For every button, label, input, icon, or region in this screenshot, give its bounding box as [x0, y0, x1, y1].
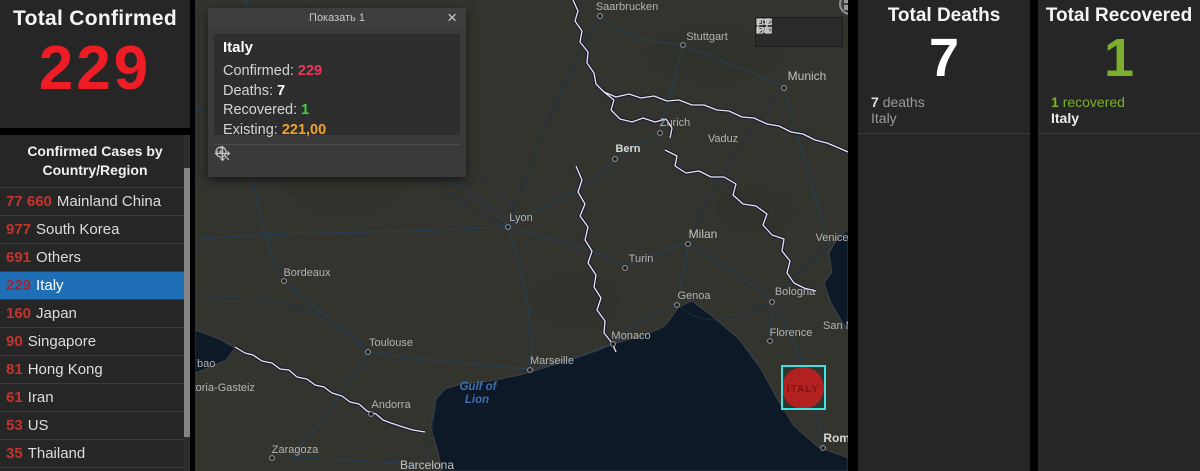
city-label: Barcelona — [400, 458, 454, 471]
city-dot — [269, 455, 275, 461]
total-recovered-value: 1 — [1103, 28, 1135, 88]
city-dot — [622, 265, 628, 271]
total-confirmed-value: 229 — [38, 34, 152, 103]
city-label: bao — [197, 358, 215, 370]
popup-header[interactable]: Показать 1 × — [208, 8, 466, 29]
city-label: Zaragoza — [272, 444, 319, 456]
deaths-region: Italy — [871, 110, 897, 126]
city-label: Andorra — [371, 399, 411, 411]
city-label: Bologna — [775, 286, 816, 298]
zoom-in-icon[interactable] — [215, 146, 284, 171]
popup-country-name: Italy — [223, 39, 254, 56]
italy-marker-label: ITALY — [787, 384, 819, 395]
city-label: Marseille — [530, 355, 574, 367]
popup-title: Показать 1 — [309, 12, 365, 24]
recovered-region: Italy — [1051, 110, 1080, 126]
city-label: Zurich — [660, 117, 691, 129]
city-dot — [685, 241, 691, 247]
country-row-south-korea[interactable]: 977 South Korea — [0, 215, 190, 243]
city-label: Vitoria-Gasteiz — [195, 382, 255, 394]
city-label: Florence — [770, 327, 813, 339]
country-row-singapore[interactable]: 90 Singapore — [0, 327, 190, 355]
city-label: Bern — [615, 143, 640, 155]
city-dot — [281, 278, 287, 284]
total-deaths-panel: Total Deaths 7 7 deaths Italy — [858, 0, 1030, 471]
city-dot — [597, 13, 603, 19]
country-row-others[interactable]: 691 Others — [0, 243, 190, 271]
country-list-panel: Confirmed Cases by Country/Region 77 660… — [0, 135, 190, 471]
city-label: Turin — [629, 253, 654, 265]
total-recovered-title: Total Recovered — [1045, 5, 1193, 26]
city-label: Venice — [815, 232, 848, 244]
total-confirmed-title: Total Confirmed — [13, 7, 177, 30]
city-label: Genoa — [677, 290, 711, 302]
city-dot — [767, 338, 773, 344]
city-label: Toulouse — [369, 337, 413, 349]
country-row-iran[interactable]: 61 Iran — [0, 383, 190, 411]
city-dot — [657, 130, 663, 136]
city-dot — [781, 85, 787, 91]
total-recovered-panel: Total Recovered 1 1 recovered Italy — [1038, 0, 1200, 471]
country-list-title: Confirmed Cases by Country/Region — [27, 143, 163, 178]
city-label: Milan — [689, 227, 718, 241]
scrollbar-thumb[interactable] — [184, 168, 190, 437]
country-list-next-row — [0, 467, 190, 471]
city-dot — [365, 349, 371, 355]
city-label: Bordeaux — [283, 267, 331, 279]
city-label: Vaduz — [708, 133, 738, 145]
popup-close-button[interactable]: × — [447, 8, 457, 28]
popup-field-deaths: Deaths: 7 — [223, 82, 286, 99]
city-dot — [505, 224, 511, 230]
city-dot — [612, 156, 618, 162]
city-label: Munich — [788, 69, 827, 83]
legend-icon[interactable] — [757, 19, 809, 42]
country-list-scrollbar[interactable] — [184, 135, 190, 471]
popup-body: Italy Confirmed: 229 Deaths: 7 Recovered: 1 Ex… — [214, 34, 460, 138]
country-row-japan[interactable]: 160 Japan — [0, 299, 190, 327]
city-dot — [769, 299, 775, 305]
country-row-hong-kong[interactable]: 81 Hong Kong — [0, 355, 190, 383]
sea-label-gulf-of-lion-line2: Lion — [465, 394, 489, 406]
popup-field-confirmed: Confirmed: 229 — [223, 63, 323, 79]
country-row-italy[interactable]: 229 Italy — [0, 271, 190, 299]
map-toolbar — [755, 17, 843, 47]
city-dot — [680, 42, 686, 48]
country-row-us[interactable]: 53 US — [0, 411, 190, 439]
city-label: Stuttgart — [686, 31, 728, 43]
country-list: 77 660 Mainland China 977 South Korea 691 Oth… — [0, 187, 190, 467]
city-dot — [674, 302, 680, 308]
city-label: Saarbrucken — [596, 1, 658, 13]
total-confirmed-panel: Total Confirmed 229 — [0, 0, 190, 128]
city-label: San Ma — [823, 320, 848, 332]
total-deaths-title: Total Deaths — [887, 5, 1001, 26]
city-dot — [610, 341, 616, 347]
sea-label-gulf-of-lion-line1: Gulf of — [459, 381, 497, 393]
map[interactable]: Gulf of Lion Saarbrucken Stuttgart Munich Z… — [195, 0, 848, 471]
city-label: Monaco — [611, 330, 650, 342]
city-label: Lyon — [509, 212, 532, 224]
deaths-substat: 7 deaths Italy — [871, 94, 925, 126]
city-label: Rome — [823, 431, 848, 445]
city-dot — [820, 445, 826, 451]
city-dot — [368, 411, 374, 417]
covid-dashboard: Total Confirmed 229 Confirmed Cases by C… — [0, 0, 1200, 471]
country-row-thailand[interactable]: 35 Thailand — [0, 439, 190, 467]
popup-field-existing: Existing: 221,00 — [223, 121, 327, 138]
country-row-mainland-china[interactable]: 77 660 Mainland China — [0, 187, 190, 215]
map-popup: Показать 1 × Italy Confirmed: 229 Deaths: 7… — [208, 8, 466, 177]
popup-footer — [214, 144, 460, 177]
total-deaths-value: 7 — [928, 28, 960, 88]
basemap-gallery-icon[interactable] — [756, 18, 838, 42]
city-dot — [527, 367, 533, 373]
popup-field-recovered: Recovered: 1 — [223, 102, 310, 118]
recovered-substat: 1 recovered Italy — [1051, 94, 1125, 126]
